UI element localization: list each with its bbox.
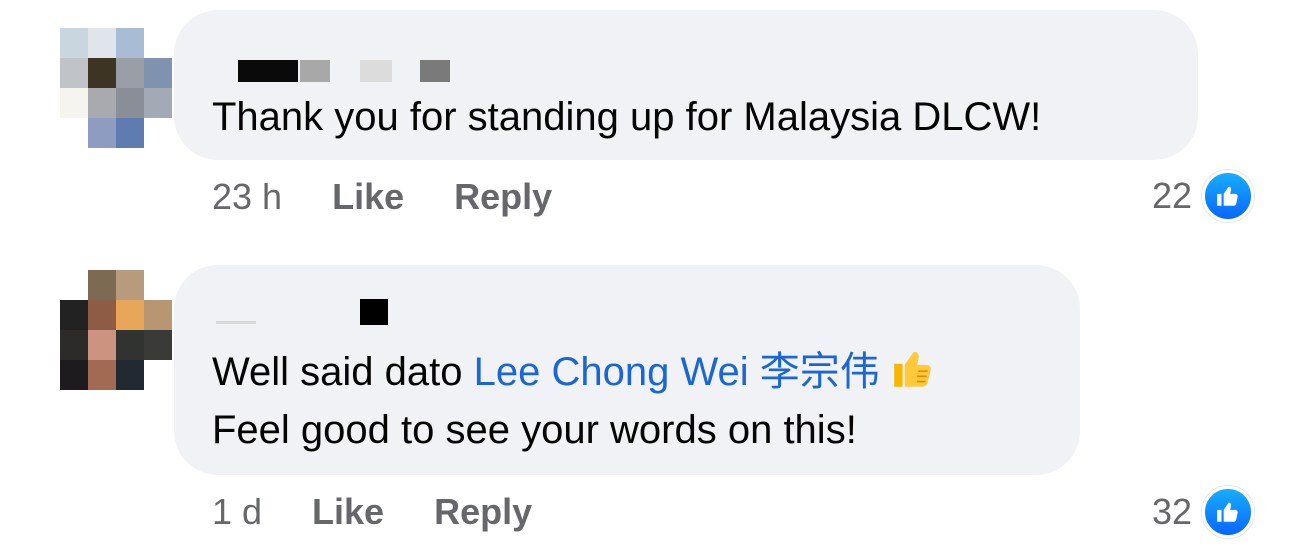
comment-actions: 1 d Like Reply <box>212 490 532 534</box>
reaction-summary[interactable]: 22 <box>1151 170 1254 222</box>
reaction-summary[interactable]: 32 <box>1151 486 1254 538</box>
like-button[interactable]: Like <box>332 175 404 219</box>
timestamp[interactable]: 23 h <box>212 175 282 219</box>
comment-actions: 23 h Like Reply <box>212 175 552 219</box>
comment-bubble: Thank you for standing up for Malaysia D… <box>174 10 1198 160</box>
comment-text: Thank you for standing up for Malaysia D… <box>212 95 1042 139</box>
like-icon <box>1202 170 1254 222</box>
avatar[interactable] <box>60 28 172 148</box>
comment-text: Well said dato Lee Chong Wei 李宗伟 <box>212 343 938 409</box>
reply-button[interactable]: Reply <box>434 490 532 534</box>
comment-2: Well said dato Lee Chong Wei 李宗伟 Feel go… <box>0 240 1290 560</box>
like-icon <box>1202 486 1254 538</box>
avatar[interactable] <box>60 270 172 390</box>
mention-link[interactable]: Lee Chong Wei 李宗伟 <box>474 350 880 394</box>
thumbs-up-icon <box>888 343 938 409</box>
comment-text-line2: Feel good to see your words on this! <box>212 408 857 452</box>
reaction-count: 22 <box>1151 175 1192 216</box>
timestamp[interactable]: 1 d <box>212 490 262 534</box>
comment-bubble: Well said dato Lee Chong Wei 李宗伟 Feel go… <box>174 265 1080 475</box>
like-button[interactable]: Like <box>312 490 384 534</box>
comment-text-prefix: Well said dato <box>212 350 474 394</box>
reply-button[interactable]: Reply <box>454 175 552 219</box>
comment-1: Thank you for standing up for Malaysia D… <box>0 0 1290 240</box>
reaction-count: 32 <box>1151 491 1192 532</box>
